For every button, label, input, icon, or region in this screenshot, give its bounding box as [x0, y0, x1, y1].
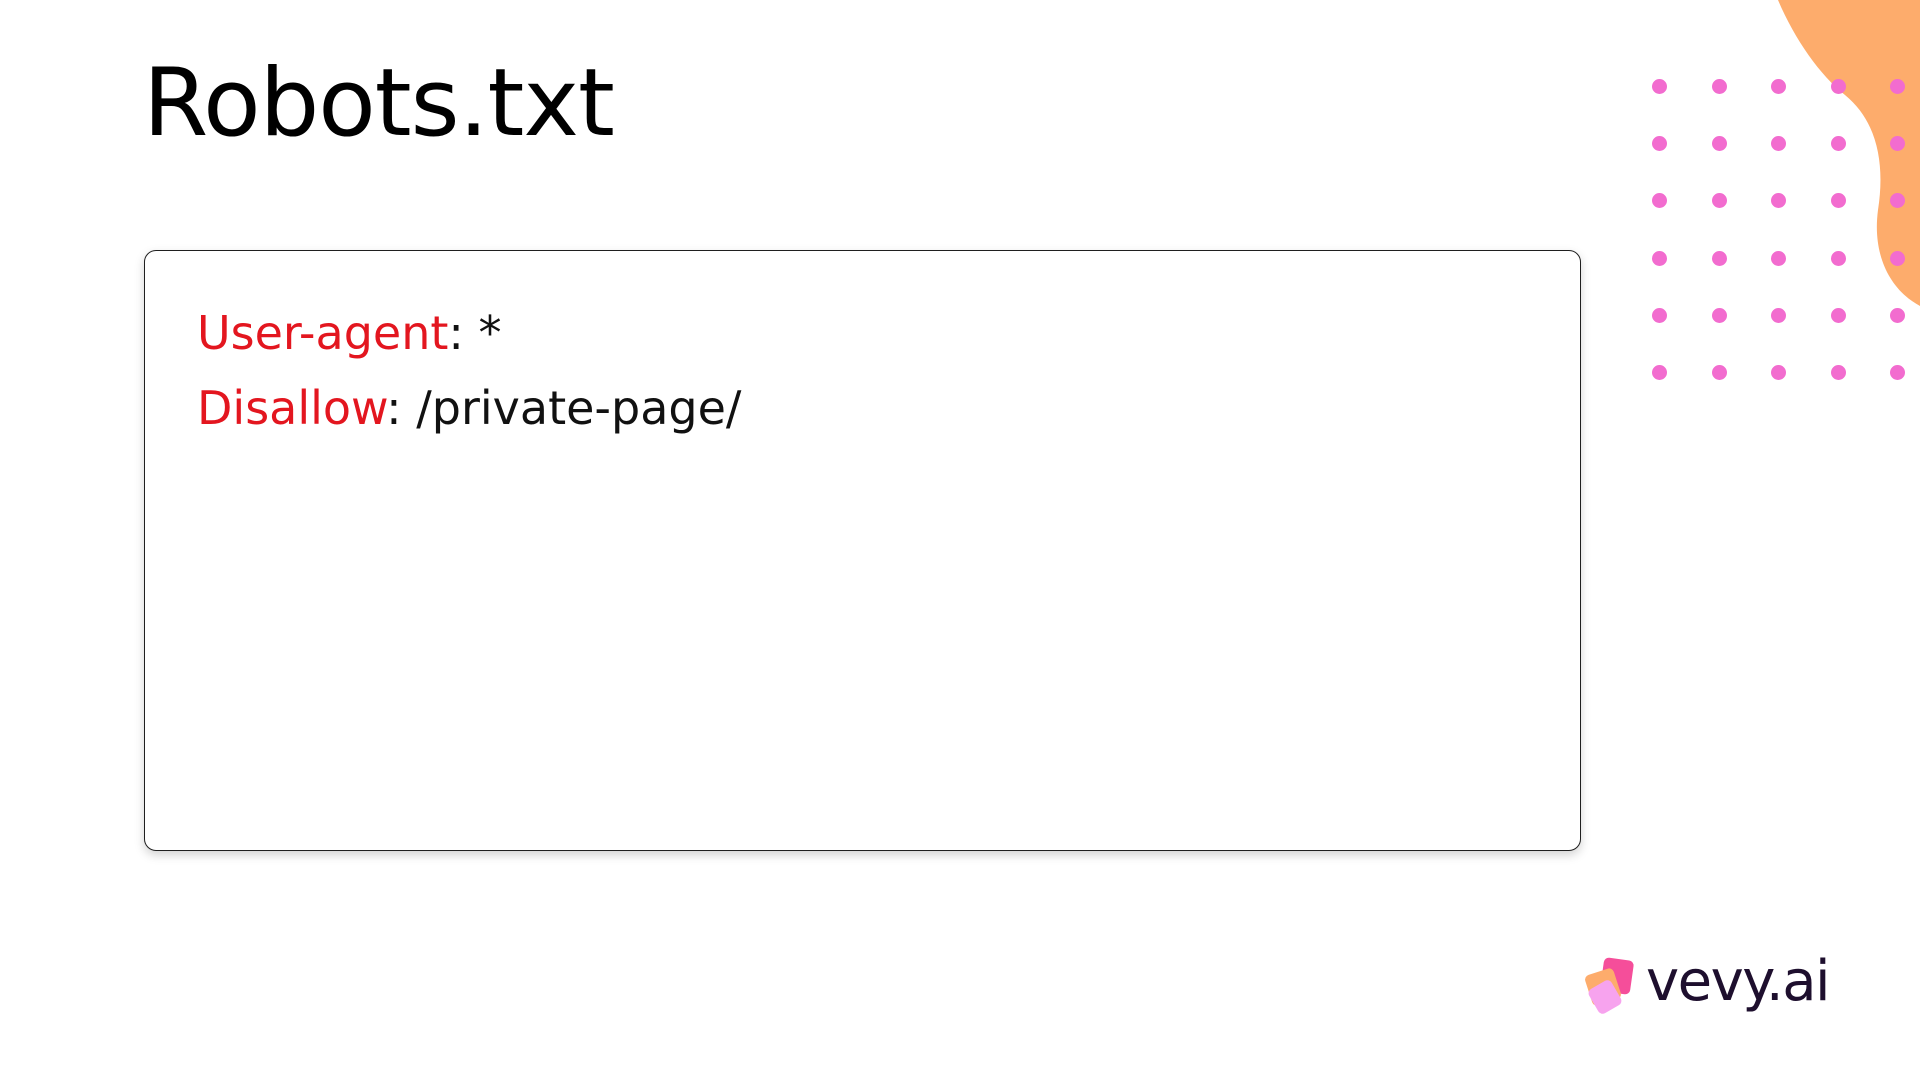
decorative-dot	[1771, 79, 1786, 94]
decorative-dot	[1711, 79, 1727, 94]
decorative-dot	[1652, 136, 1667, 152]
decorative-dot	[1771, 365, 1786, 380]
decorative-dot	[1890, 250, 1905, 266]
decorative-dot	[1711, 250, 1727, 266]
decorative-dot	[1890, 193, 1905, 209]
code-separator: :	[448, 306, 464, 360]
decorative-dot	[1830, 193, 1846, 209]
decorative-dot	[1771, 193, 1786, 209]
decorative-dot	[1890, 307, 1905, 323]
vevy-logo-icon	[1585, 957, 1634, 1014]
decorative-dot	[1711, 136, 1727, 152]
decorative-dot	[1830, 307, 1846, 323]
code-separator: :	[386, 381, 402, 435]
decorative-dot	[1890, 79, 1905, 94]
code-value: /private-page/	[416, 381, 742, 435]
decorative-dot	[1830, 79, 1846, 94]
code-key: User-agent	[197, 306, 449, 360]
decorative-dot	[1652, 193, 1667, 209]
decorative-dot	[1890, 365, 1905, 380]
brand-logo: vevy.ai	[1582, 951, 1842, 1021]
decorative-dot	[1890, 136, 1905, 152]
code-line-disallow: Disallow: /private-page/	[197, 382, 741, 435]
decorative-dot	[1711, 307, 1727, 323]
decorative-dot	[1771, 307, 1786, 323]
code-line-user-agent: User-agent: *	[197, 307, 502, 360]
decorative-dot	[1652, 365, 1667, 380]
brand-name: vevy.ai	[1646, 949, 1831, 1014]
decorative-dot	[1652, 250, 1667, 266]
decorative-dot	[1652, 79, 1667, 94]
decorative-dot	[1711, 193, 1727, 209]
code-value: *	[478, 306, 502, 360]
decorative-dot	[1830, 365, 1846, 380]
slide-title: Robots.txt	[143, 49, 615, 158]
decorative-dot	[1771, 250, 1786, 266]
code-key: Disallow	[197, 381, 387, 435]
decorative-dot	[1771, 136, 1786, 152]
code-box: User-agent: * Disallow: /private-page/	[144, 250, 1581, 851]
decorative-dot	[1711, 365, 1727, 380]
decorative-dot	[1830, 250, 1846, 266]
decorative-dot	[1652, 307, 1667, 323]
decorative-dot	[1830, 136, 1846, 152]
decorative-dot-grid	[1652, 79, 1920, 380]
